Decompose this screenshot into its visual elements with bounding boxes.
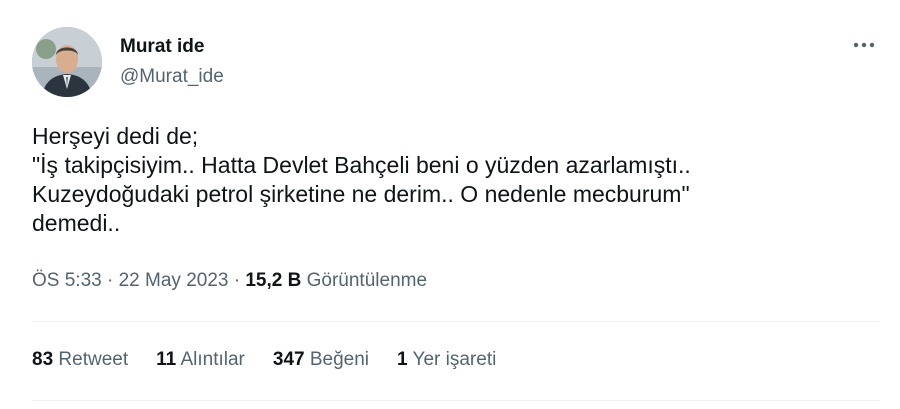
engagement-stats: 83 Retweet 11 Alıntılar 347 Beğeni 1 Yer… xyxy=(32,349,496,371)
likes-label: Beğeni xyxy=(304,349,370,370)
quotes-label: Alıntılar xyxy=(176,349,245,370)
likes-count: 347 xyxy=(272,349,305,370)
retweets-stat[interactable]: 83 Retweet xyxy=(32,349,128,371)
retweets-label: Retweet xyxy=(53,349,129,370)
views-count: 15,2 B xyxy=(245,270,302,291)
divider xyxy=(32,400,880,401)
quotes-count: 11 xyxy=(156,349,177,370)
timestamp-link[interactable]: ÖS 5:33 · 22 May 2023 xyxy=(32,270,228,291)
tweet-text-line: Herşeyi dedi de; xyxy=(32,123,199,149)
tweet-text-line: Kuzeydoğudaki petrol şirketine ne derim.… xyxy=(32,181,690,207)
tweet-text-line: "İş takipçisiyim.. Hatta Devlet Bahçeli … xyxy=(32,152,691,178)
likes-stat[interactable]: 347 Beğeni xyxy=(273,349,369,371)
divider xyxy=(32,321,880,322)
avatar-image xyxy=(32,27,102,97)
meta-separator: · xyxy=(101,270,119,291)
more-options-button[interactable] xyxy=(846,30,882,60)
author-display-name[interactable]: Murat ide xyxy=(120,36,204,58)
retweets-count: 83 xyxy=(32,349,54,370)
tweet-time: ÖS 5:33 xyxy=(32,270,102,291)
bookmarks-count: 1 xyxy=(397,349,408,370)
bookmarks-label: Yer işareti xyxy=(407,349,497,370)
tweet-metadata: ÖS 5:33 · 22 May 2023 · 15,2 B Görüntüle… xyxy=(32,270,427,292)
bookmarks-stat[interactable]: 1 Yer işareti xyxy=(397,349,496,371)
tweet-text-line: demedi.. xyxy=(32,210,121,236)
quotes-stat[interactable]: 11 Alıntılar xyxy=(156,349,245,371)
meta-separator: · xyxy=(228,270,246,291)
tweet-card: Murat ide @Murat_ide Herşeyi dedi de; "İ… xyxy=(0,0,900,409)
tweet-date: 22 May 2023 xyxy=(118,270,229,291)
views-label: Görüntülenme xyxy=(301,270,428,291)
tweet-text: Herşeyi dedi de; "İş takipçisiyim.. Hatt… xyxy=(32,122,872,238)
author-handle[interactable]: @Murat_ide xyxy=(120,66,224,88)
avatar[interactable] xyxy=(32,27,102,97)
more-horizontal-icon xyxy=(853,42,875,48)
